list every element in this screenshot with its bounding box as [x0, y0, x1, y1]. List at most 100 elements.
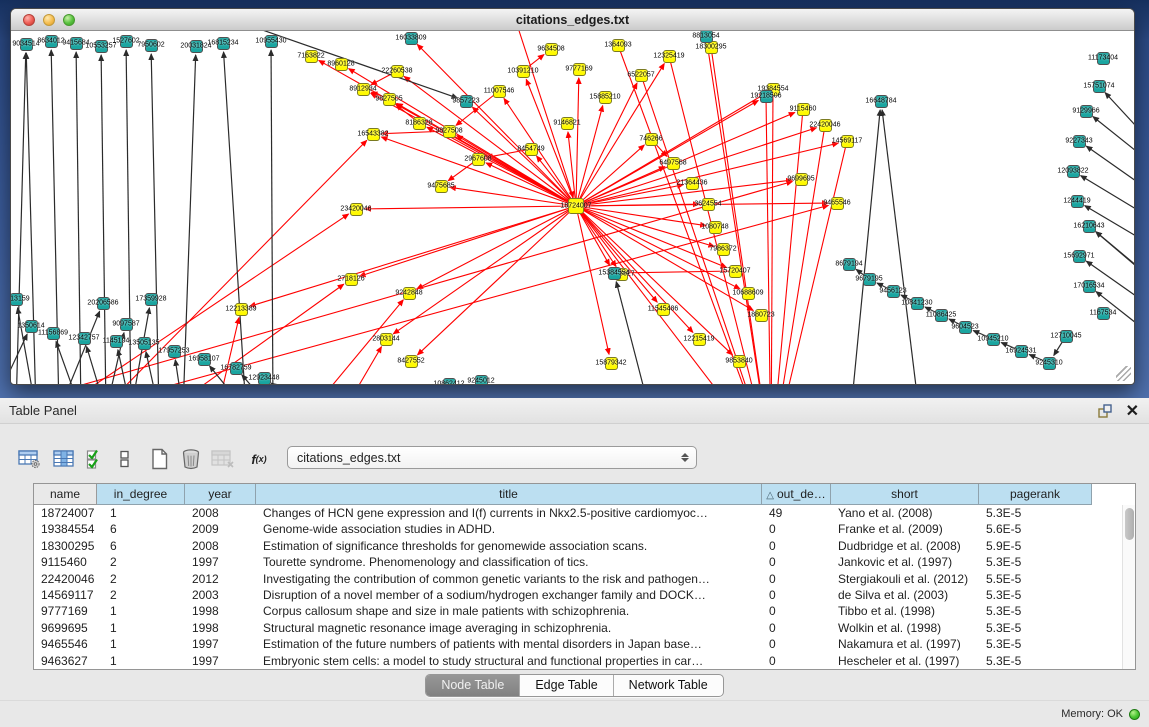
network-node[interactable]: 9245012 — [475, 375, 488, 385]
table-cell[interactable]: Nakamura et al. (1997) — [831, 636, 979, 652]
table-cell[interactable]: 18300295 — [34, 538, 97, 554]
network-node[interactable]: 15692971 — [1073, 250, 1086, 263]
network-node[interactable]: 8960128 — [335, 58, 348, 71]
network-node[interactable]: 11156869 — [47, 327, 60, 340]
table-cell[interactable]: Structural magnetic resonance image aver… — [256, 620, 762, 636]
tab-edge-table[interactable]: Edge Table — [519, 675, 612, 696]
network-node[interactable]: 1080748 — [709, 221, 722, 234]
table-cell[interactable]: 2008 — [185, 505, 256, 521]
table-cell[interactable]: 0 — [762, 620, 831, 636]
panel-layout-button[interactable] — [117, 446, 131, 472]
table-cell[interactable]: 6 — [97, 521, 185, 537]
column-header-year[interactable]: year — [185, 484, 256, 505]
table-cell[interactable]: 0 — [762, 571, 831, 587]
table-cell[interactable]: 1997 — [185, 636, 256, 652]
network-node[interactable]: 9827505 — [383, 93, 396, 106]
table-scrollbar-thumb[interactable] — [1125, 508, 1134, 540]
table-cell[interactable]: 0 — [762, 603, 831, 619]
network-node[interactable]: 22260538 — [391, 65, 404, 78]
table-cell[interactable]: 22420046 — [34, 571, 97, 587]
network-node[interactable]: 1145194 — [110, 335, 123, 348]
table-cell[interactable]: Estimation of significance thresholds fo… — [256, 538, 762, 554]
table-cell[interactable]: 0 — [762, 653, 831, 669]
network-node[interactable]: 9465546 — [831, 197, 844, 210]
network-node[interactable]: 7986372 — [717, 243, 730, 256]
tab-node-table[interactable]: Node Table — [426, 675, 519, 696]
table-cell[interactable]: 5.5E-5 — [979, 571, 1092, 587]
table-cell[interactable]: 1997 — [185, 653, 256, 669]
table-cell[interactable]: Wolkin et al. (1998) — [831, 620, 979, 636]
network-node[interactable]: 746266 — [645, 133, 658, 146]
table-cell[interactable]: 2 — [97, 571, 185, 587]
table-cell[interactable]: 6 — [97, 538, 185, 554]
table-cell[interactable]: 5.3E-5 — [979, 620, 1092, 636]
table-row[interactable]: 1456911722003Disruption of a novel membe… — [34, 587, 1135, 603]
table-cell[interactable]: Estimation of the future numbers of pati… — [256, 636, 762, 652]
table-cell[interactable]: 1998 — [185, 620, 256, 636]
network-node[interactable]: 10862412 — [443, 378, 456, 385]
table-cell[interactable]: 1997 — [185, 554, 256, 570]
network-node[interactable]: 15751074 — [1093, 80, 1106, 93]
network-node[interactable]: 6522057 — [635, 69, 648, 82]
table-cell[interactable]: 5.3E-5 — [979, 603, 1092, 619]
table-cell[interactable]: 5.3E-5 — [979, 636, 1092, 652]
network-node[interactable]: 9242848 — [403, 287, 416, 300]
network-node[interactable]: 9227343 — [1073, 135, 1086, 148]
network-node[interactable]: 17359928 — [145, 293, 158, 306]
table-cell[interactable]: Jankovic et al. (1997) — [831, 554, 979, 570]
network-node[interactable]: 9129966 — [1080, 105, 1093, 118]
close-panel-icon[interactable]: ✕ — [1126, 404, 1139, 420]
table-cell[interactable]: Stergiakouli et al. (2012) — [831, 571, 979, 587]
network-node[interactable]: 10553257 — [95, 40, 108, 53]
network-node[interactable]: 12093822 — [1067, 165, 1080, 178]
network-node[interactable]: 10391210 — [517, 65, 530, 78]
network-node[interactable]: 17957253 — [168, 345, 181, 358]
table-cell[interactable]: 14569117 — [34, 587, 97, 603]
table-row[interactable]: 977716911998Corpus callosum shape and si… — [34, 603, 1135, 619]
table-cell[interactable]: 1 — [97, 603, 185, 619]
network-node[interactable]: 9853840 — [733, 355, 746, 368]
table-cell[interactable]: 2 — [97, 554, 185, 570]
network-node[interactable]: 16958107 — [198, 353, 211, 366]
table-cell[interactable]: 5.3E-5 — [979, 505, 1092, 521]
network-node[interactable]: 16033809 — [405, 32, 418, 45]
tab-network-table[interactable]: Network Table — [613, 675, 723, 696]
table-cell[interactable]: 9699695 — [34, 620, 97, 636]
network-node[interactable]: 2967608 — [472, 153, 485, 166]
table-cell[interactable]: Corpus callosum shape and size in male p… — [256, 603, 762, 619]
table-scrollbar[interactable] — [1122, 505, 1135, 669]
network-node[interactable]: 20206586 — [97, 297, 110, 310]
network-node[interactable]: 10841230 — [911, 297, 924, 310]
table-cell[interactable]: 0 — [762, 636, 831, 652]
table-cell[interactable]: 49 — [762, 505, 831, 521]
network-node[interactable]: 23420046 — [350, 203, 363, 216]
network-node[interactable]: 8679194 — [843, 258, 856, 271]
network-node[interactable]: 9097587 — [120, 318, 133, 331]
column-header-in_degree[interactable]: in_degree — [97, 484, 185, 505]
column-header-name[interactable]: name — [34, 484, 97, 505]
network-node[interactable]: 15384554 — [608, 267, 621, 280]
table-cell[interactable]: 1 — [97, 620, 185, 636]
network-node[interactable]: 15879342 — [605, 357, 618, 370]
table-row[interactable]: 946362711997Embryonic stem cells: a mode… — [34, 653, 1135, 669]
table-row[interactable]: 969969511998Structural magnetic resonanc… — [34, 620, 1135, 636]
delete-column-button[interactable] — [179, 446, 203, 472]
network-node[interactable]: 15720407 — [729, 265, 742, 278]
show-columns-button[interactable] — [52, 446, 76, 472]
network-node[interactable]: 9679195 — [863, 273, 876, 286]
function-builder-button[interactable]: f(x) — [246, 446, 272, 472]
network-node[interactable]: 11086425 — [935, 309, 948, 322]
network-node[interactable]: 1880723 — [755, 309, 768, 322]
network-node[interactable]: 7163822 — [305, 50, 318, 63]
table-cell[interactable]: 1 — [97, 653, 185, 669]
column-header-out_de[interactable]: △out_de… — [762, 484, 831, 505]
table-cell[interactable]: 9115460 — [34, 554, 97, 570]
table-cell[interactable]: 5.6E-5 — [979, 521, 1092, 537]
table-cell[interactable]: 2003 — [185, 587, 256, 603]
table-cell[interactable]: 0 — [762, 554, 831, 570]
table-row[interactable]: 1938455462009Genome-wide association stu… — [34, 521, 1135, 537]
table-cell[interactable]: Investigating the contribution of common… — [256, 571, 762, 587]
network-node[interactable]: 1167534 — [1097, 307, 1110, 320]
network-node[interactable]: 20031824 — [190, 40, 203, 53]
table-cell[interactable]: 9463627 — [34, 653, 97, 669]
